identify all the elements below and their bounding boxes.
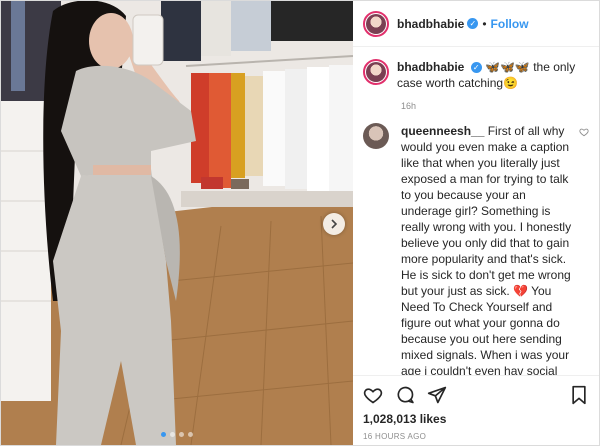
author-avatar[interactable] (363, 10, 389, 37)
post-sidebar: bhadbhabie ✓ • Follow bhadbhabie ✓ 🦋🦋🦋 t… (353, 1, 599, 445)
caption-text: bhadbhabie ✓ 🦋🦋🦋 the only case worth cat… (397, 59, 589, 91)
carousel-dot (179, 432, 184, 437)
action-icons (363, 384, 589, 406)
post-actions: 1,028,013 likes 16 HOURS AGO (353, 375, 599, 445)
comment-text: queenneesh__ First of all why would you … (401, 123, 589, 375)
post-photo[interactable] (1, 1, 353, 445)
follow-button[interactable]: Follow (491, 17, 529, 31)
comment-icon[interactable] (395, 385, 415, 405)
post-header: bhadbhabie ✓ • Follow (353, 1, 599, 47)
separator-dot: • (482, 16, 487, 31)
comments-section: bhadbhabie ✓ 🦋🦋🦋 the only case worth cat… (353, 47, 599, 375)
photo-scene (1, 1, 353, 445)
carousel-dot (170, 432, 175, 437)
instagram-post: bhadbhabie ✓ • Follow bhadbhabie ✓ 🦋🦋🦋 t… (0, 0, 600, 446)
bookmark-icon[interactable] (569, 385, 589, 405)
carousel-indicator (1, 432, 353, 437)
chevron-right-icon (331, 219, 338, 229)
heart-icon[interactable] (363, 385, 383, 405)
comment-item: queenneesh__ First of all why would you … (363, 123, 589, 375)
caption-username[interactable]: bhadbhabie (397, 60, 464, 74)
caption-time[interactable]: 16h (401, 101, 589, 111)
caption-emoji: 🦋🦋🦋 (485, 60, 530, 74)
comment-like-icon[interactable] (579, 127, 589, 137)
like-count[interactable]: 1,028,013 likes (363, 412, 589, 426)
comment-body: First of all why would you even make a c… (401, 124, 572, 375)
carousel-dot (188, 432, 193, 437)
author-username[interactable]: bhadbhabie (397, 17, 464, 31)
verified-badge-icon: ✓ (470, 62, 482, 74)
next-photo-button[interactable] (323, 213, 345, 235)
post-timestamp[interactable]: 16 HOURS AGO (363, 432, 589, 441)
caption-avatar[interactable] (363, 59, 389, 85)
post-caption: bhadbhabie ✓ 🦋🦋🦋 the only case worth cat… (363, 59, 589, 91)
verified-badge-icon: ✓ (467, 18, 479, 29)
commenter-username[interactable]: queenneesh__ (401, 124, 484, 138)
carousel-dot-active (161, 432, 166, 437)
share-icon[interactable] (427, 385, 447, 405)
commenter-avatar[interactable] (363, 123, 389, 149)
